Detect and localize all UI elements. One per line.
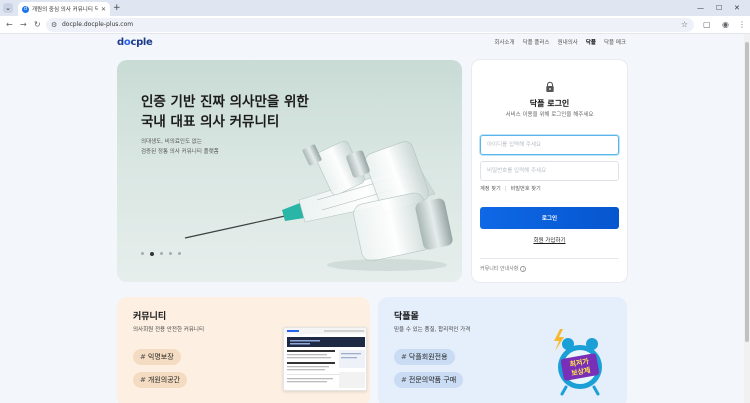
nav-docple[interactable]: 닥플 — [586, 34, 596, 52]
docple-mall-card[interactable]: 닥플몰 믿을 수 있는 품질, 합리적인 가격 # 닥플회원전용 # 전문의약품 구… — [378, 297, 627, 403]
favicon-icon: d — [22, 5, 29, 13]
carousel-dot-3[interactable] — [160, 252, 163, 255]
hero-subtitle-line1: 의대생도, 비의료인도 없는 — [141, 139, 202, 145]
hash-symbol: # — [140, 376, 146, 384]
find-password-link[interactable]: 비밀번호 찾기 — [511, 185, 541, 193]
carousel-dot-5[interactable] — [178, 252, 181, 255]
carousel-dot-2[interactable] — [150, 251, 154, 256]
login-divider — [480, 258, 619, 259]
mall-tag-members-only: # 닥플회원전용 — [394, 349, 455, 365]
top-nav: 회사소개 닥플 플러스 원내의사 닥플 닥플 메크 — [494, 34, 626, 52]
carousel-dot-1[interactable] — [141, 252, 144, 255]
site-info-icon[interactable]: ⚙ — [51, 20, 57, 30]
hero-title-line2: 국내 대표 의사 커뮤니티 — [141, 114, 280, 130]
login-panel: 닥플 로그인 서비스 이용을 위해 로그인을 해주세요 계정 찾기 | 비밀번호… — [472, 60, 627, 282]
page-scrollbar[interactable] — [744, 34, 750, 403]
community-card-title: 커뮤니티 — [133, 312, 167, 322]
login-title: 닥플 로그인 — [529, 99, 570, 108]
address-bar[interactable]: ⚙ docple.docple-plus.com ☆ — [46, 18, 694, 32]
carousel-dot-4[interactable] — [169, 252, 172, 255]
community-screenshot-preview — [283, 327, 367, 391]
community-preview-graphic — [284, 328, 366, 388]
browser-tabstrip: ⌄ d 개원의 중심 의사 커뮤니티 닥 ✕ + — ☐ ✕ — [0, 0, 750, 16]
mall-tag-prescription-drugs: # 전문의약품 구매 — [394, 372, 464, 388]
community-guide-label: 커뮤니티 안내사항 — [480, 266, 519, 272]
hash-symbol: # — [401, 353, 407, 361]
login-subtitle: 서비스 이용을 위해 로그인을 해주세요 — [505, 112, 594, 118]
back-icon[interactable]: ← — [6, 19, 13, 31]
alarm-clock-illustration: 최저가 보상제 — [548, 327, 608, 399]
community-card-subtitle: 의사회원 전용 안전한 커뮤니티 — [133, 327, 205, 333]
signup-link[interactable]: 회원 가입하기 — [472, 237, 627, 245]
community-tag-clinic-space-text: 개원의공간 — [147, 376, 181, 384]
mall-tag-prescription-drugs-text: 전문의약품 구매 — [408, 376, 457, 384]
community-card[interactable]: 커뮤니티 의사회원 전용 안전한 커뮤니티 # 익명보장 # 개원의공간 — [117, 297, 370, 403]
hash-symbol: # — [140, 353, 146, 361]
community-tag-anonymous: # 익명보장 — [133, 349, 181, 365]
community-guide-link[interactable]: 커뮤니티 안내사항 i — [480, 265, 527, 273]
window-close-icon[interactable]: ✕ — [734, 2, 740, 14]
url-text: docple.docple-plus.com — [62, 21, 134, 28]
community-tag-clinic-space: # 개원의공간 — [133, 372, 188, 388]
site-header: docple 회사소개 닥플 플러스 원내의사 닥플 닥플 메크 — [0, 34, 744, 52]
tab-title: 개원의 중심 의사 커뮤니티 닥 — [32, 7, 98, 13]
hero-subtitle-line2: 검증된 정통 의사 커뮤니티 플랫폼 — [141, 149, 219, 155]
browser-tab[interactable]: d 개원의 중심 의사 커뮤니티 닥 ✕ — [18, 2, 110, 16]
login-button[interactable]: 로그인 — [480, 207, 619, 229]
reload-icon[interactable]: ↻ — [34, 19, 41, 31]
find-id-link[interactable]: 계정 찾기 — [480, 185, 501, 193]
alarm-clock-icon: 최저가 보상제 — [554, 329, 602, 396]
lock-icon — [546, 81, 554, 92]
hero-title: 인증 기반 진짜 의사만을 위한 국내 대표 의사 커뮤니티 — [141, 92, 309, 132]
nav-hospital-doctor[interactable]: 원내의사 — [558, 34, 578, 52]
mall-card-subtitle: 믿을 수 있는 품질, 합리적인 가격 — [394, 327, 471, 333]
bookmark-star-icon[interactable]: ☆ — [681, 18, 688, 32]
new-tab-button[interactable]: + — [113, 2, 121, 14]
profile-icon[interactable]: ◉ — [722, 19, 729, 31]
tab-search-icon[interactable]: ⌄ — [3, 3, 13, 13]
carousel-dots — [141, 251, 181, 256]
password-input[interactable] — [480, 161, 619, 181]
site-logo[interactable]: docple — [117, 36, 153, 50]
forward-icon[interactable]: → — [20, 19, 27, 31]
hero-banner[interactable]: 인증 기반 진짜 의사만을 위한 국내 대표 의사 커뮤니티 의대생도, 비의료… — [117, 60, 462, 282]
hash-symbol: # — [401, 376, 407, 384]
maximize-icon[interactable]: ☐ — [716, 2, 722, 14]
close-icon[interactable]: ✕ — [101, 6, 106, 13]
id-input[interactable] — [480, 135, 619, 155]
info-icon: i — [520, 266, 527, 272]
mall-card-title: 닥플몰 — [394, 312, 419, 322]
logo-text-cple: cple — [130, 37, 153, 48]
nav-company[interactable]: 회사소개 — [494, 34, 514, 52]
hero-title-line1: 인증 기반 진짜 의사만을 위한 — [141, 94, 309, 110]
minimize-icon[interactable]: — — [697, 2, 704, 14]
mall-tag-members-only-text: 닥플회원전용 — [408, 353, 448, 361]
scrollbar-thumb[interactable] — [745, 42, 749, 342]
menu-dots-icon[interactable]: ⋮ — [738, 19, 746, 31]
link-separator: | — [504, 186, 507, 192]
browser-toolbar: ← → ↻ ⚙ docple.docple-plus.com ☆ ▢ ◉ ⋮ — [0, 16, 750, 34]
extensions-icon[interactable]: ▢ — [703, 19, 711, 31]
nav-docple-plus[interactable]: 닥플 플러스 — [523, 34, 550, 52]
logo-text-d: d — [117, 37, 124, 48]
community-tag-anonymous-text: 익명보장 — [147, 353, 174, 361]
find-account-links: 계정 찾기 | 비밀번호 찾기 — [480, 185, 541, 193]
hero-subtitle: 의대생도, 비의료인도 없는 검증된 정통 의사 커뮤니티 플랫폼 — [141, 137, 219, 157]
nav-docple-mech[interactable]: 닥플 메크 — [604, 34, 626, 52]
